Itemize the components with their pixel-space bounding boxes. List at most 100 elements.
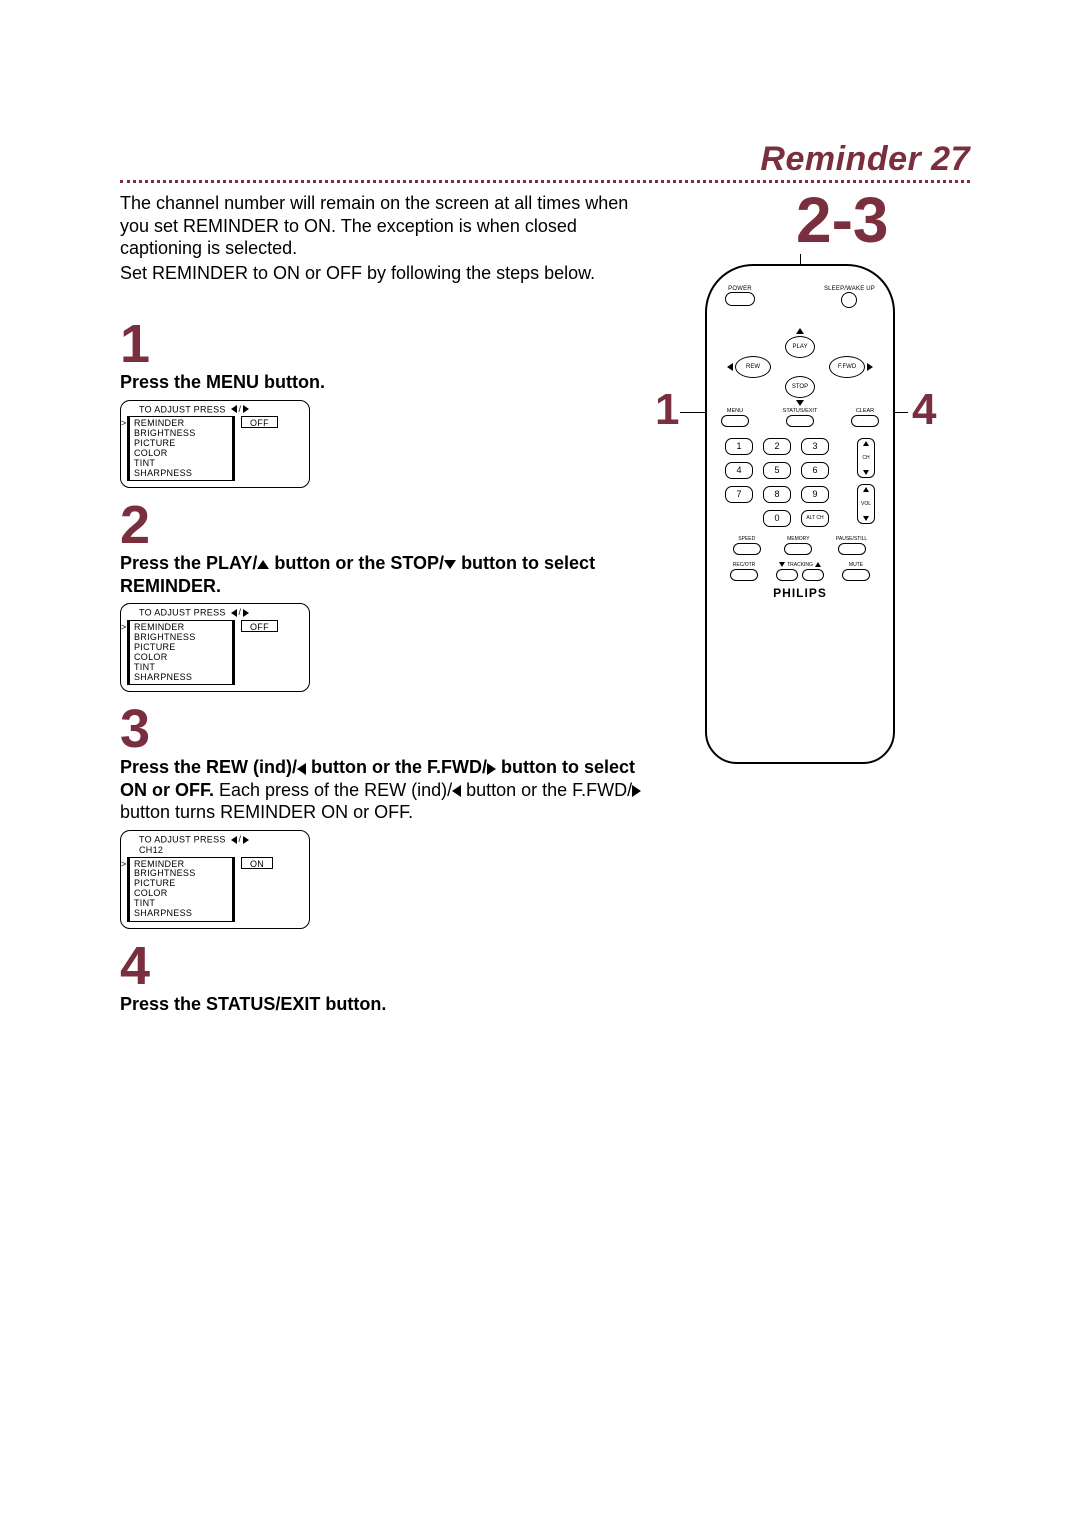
play-button[interactable]: PLAY — [785, 336, 815, 358]
step-3-number: 3 — [120, 702, 660, 756]
triangle-up-icon — [796, 328, 804, 334]
stop-button[interactable]: STOP — [785, 376, 815, 398]
triangle-down-icon — [444, 560, 456, 569]
recotr-label: REC/OTR — [730, 562, 758, 568]
brand-logo: PHILIPS — [707, 586, 893, 600]
triangle-right-icon — [243, 405, 249, 413]
key-1[interactable]: 1 — [725, 438, 753, 455]
callout-step-1: 1 — [655, 388, 679, 432]
step-2-part: button or the STOP/ — [269, 553, 444, 573]
triangle-right-icon — [632, 785, 641, 797]
triangle-down-icon — [796, 400, 804, 406]
menu-button[interactable] — [721, 415, 749, 427]
step-3-part: button or the F.FWD/ — [461, 780, 632, 800]
osd-screen-3: TO ADJUST PRESS / CH12 > REMINDER BRIGHT… — [120, 830, 310, 929]
tracking-down-button[interactable] — [776, 569, 798, 581]
function-row-1: SPEED MEMORY PAUSE/STILL — [707, 536, 893, 555]
ffwd-button[interactable]: F.FWD — [829, 356, 865, 378]
step-2-text: Press the PLAY/ button or the STOP/ butt… — [120, 552, 660, 597]
selection-caret-icon: > — [121, 622, 127, 632]
function-row-2: REC/OTR TRACKING MUTE — [707, 562, 893, 581]
osd-screen-2: TO ADJUST PRESS / > REMINDER BRIGHTNESS … — [120, 603, 310, 692]
power-button[interactable] — [725, 292, 755, 306]
sleep-label: SLEEP/WAKE UP — [824, 286, 875, 292]
mute-button[interactable] — [842, 569, 870, 581]
osd-item: SHARPNESS — [134, 909, 226, 919]
osd2-header: TO ADJUST PRESS — [139, 608, 226, 618]
step-3-part: button turns REMINDER ON or OFF. — [120, 802, 413, 822]
clear-button[interactable] — [851, 415, 879, 427]
pause-button[interactable] — [838, 543, 866, 555]
side-buttons: CH VOL — [857, 438, 877, 530]
chevron-up-icon — [863, 441, 869, 446]
step-3-text: Press the REW (ind)/ button or the F.FWD… — [120, 756, 660, 824]
osd3-menu-list: REMINDER BRIGHTNESS PICTURE COLOR TINT S… — [127, 857, 235, 922]
nav-cluster: PLAY STOP REW F.FWD — [735, 336, 865, 398]
osd-item: SHARPNESS — [134, 673, 226, 683]
speed-label: SPEED — [733, 536, 761, 542]
triangle-right-icon — [243, 836, 249, 844]
osd2-value: OFF — [241, 620, 278, 632]
volume-rocker[interactable]: VOL — [857, 484, 875, 524]
pause-label: PAUSE/STILL — [836, 536, 867, 542]
step-2-number: 2 — [120, 498, 660, 552]
step-1-text: Press the MENU button. — [120, 371, 660, 394]
channel-rocker[interactable]: CH — [857, 438, 875, 478]
triangle-right-icon — [867, 363, 873, 371]
remote-control: POWER SLEEP/WAKE UP PLAY STOP REW F.FWD … — [705, 264, 895, 764]
zero-row: 0 ALT CH — [763, 510, 829, 527]
chevron-down-icon — [779, 562, 785, 567]
step-1-number: 1 — [120, 317, 660, 371]
menu-row: MENU STATUS/EXIT CLEAR — [707, 408, 893, 427]
memory-button[interactable] — [784, 543, 812, 555]
step-3-part: button or the F.FWD/ — [306, 757, 487, 777]
osd1-header: TO ADJUST PRESS — [139, 404, 226, 414]
intro-p1: The channel number will remain on the sc… — [120, 192, 640, 260]
triangle-right-icon — [243, 609, 249, 617]
key-0[interactable]: 0 — [763, 510, 791, 527]
rec-otr-button[interactable] — [730, 569, 758, 581]
callout-steps-2-3: 2-3 — [796, 188, 889, 252]
key-6[interactable]: 6 — [801, 462, 829, 479]
page-title: Reminder 27 — [760, 140, 970, 179]
tracking-up-button[interactable] — [802, 569, 824, 581]
sleep-button[interactable] — [841, 292, 857, 308]
osd-item: SHARPNESS — [134, 469, 226, 479]
key-4[interactable]: 4 — [725, 462, 753, 479]
osd2-menu-list: REMINDER BRIGHTNESS PICTURE COLOR TINT S… — [127, 620, 235, 685]
clear-label: CLEAR — [851, 408, 879, 414]
title-divider — [120, 180, 970, 183]
memory-label: MEMORY — [784, 536, 812, 542]
speed-button[interactable] — [733, 543, 761, 555]
chevron-up-icon — [815, 562, 821, 567]
menu-label: MENU — [721, 408, 749, 414]
selection-caret-icon: > — [121, 418, 127, 428]
vol-label: VOL — [861, 501, 871, 507]
step-4-number: 4 — [120, 939, 660, 993]
status-label: STATUS/EXIT — [783, 408, 818, 414]
chevron-down-icon — [863, 516, 869, 521]
key-5[interactable]: 5 — [763, 462, 791, 479]
step-4-text: Press the STATUS/EXIT button. — [120, 993, 660, 1016]
rew-button[interactable]: REW — [735, 356, 771, 378]
key-3[interactable]: 3 — [801, 438, 829, 455]
chevron-down-icon — [863, 470, 869, 475]
osd3-channel: CH12 — [127, 845, 303, 855]
alt-ch-button[interactable]: ALT CH — [801, 510, 829, 527]
callout-step-4: 4 — [912, 388, 936, 432]
key-9[interactable]: 9 — [801, 486, 829, 503]
osd1-menu-list: REMINDER BRIGHTNESS PICTURE COLOR TINT S… — [127, 416, 235, 481]
status-exit-button[interactable] — [786, 415, 814, 427]
key-8[interactable]: 8 — [763, 486, 791, 503]
triangle-left-icon — [452, 785, 461, 797]
tracking-label: TRACKING — [776, 562, 824, 568]
step-3-part: Each press of the REW (ind)/ — [214, 780, 452, 800]
intro-p2: Set REMINDER to ON or OFF by following t… — [120, 262, 640, 285]
key-2[interactable]: 2 — [763, 438, 791, 455]
mute-label: MUTE — [842, 562, 870, 568]
osd-screen-1: TO ADJUST PRESS / > REMINDER BRIGHTNESS … — [120, 400, 310, 489]
key-7[interactable]: 7 — [725, 486, 753, 503]
step-2-part: Press the PLAY/ — [120, 553, 257, 573]
steps-column: 1 Press the MENU button. TO ADJUST PRESS… — [120, 317, 660, 1015]
triangle-left-icon — [231, 405, 237, 413]
